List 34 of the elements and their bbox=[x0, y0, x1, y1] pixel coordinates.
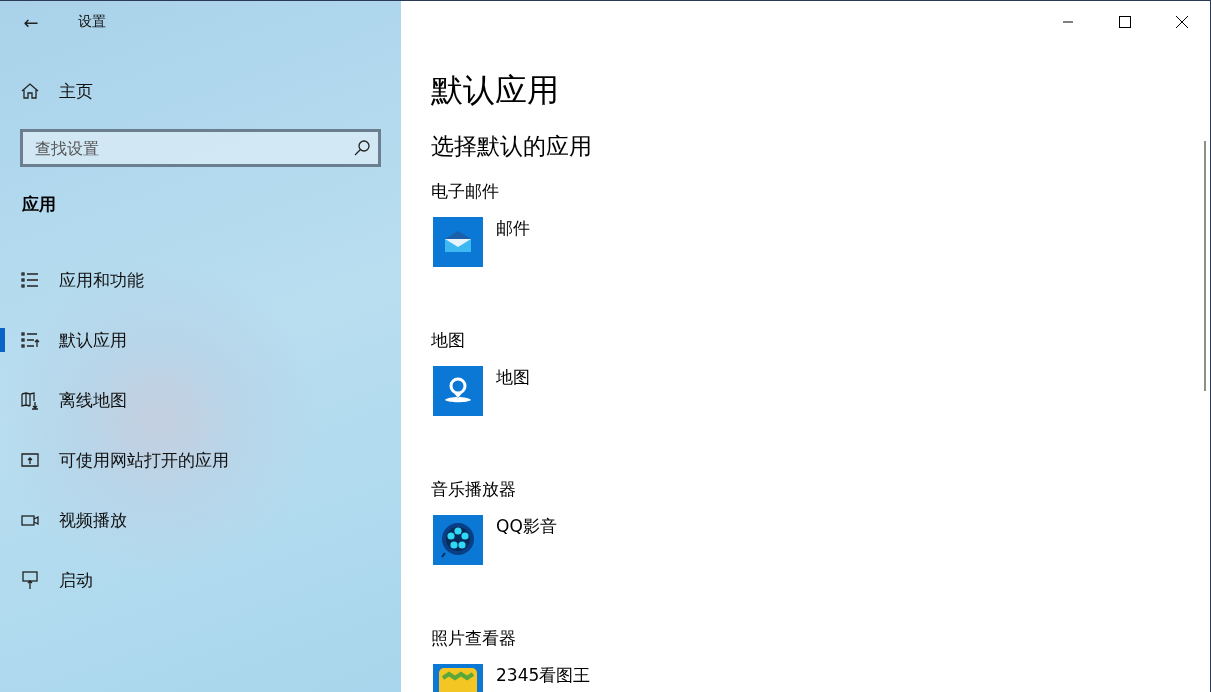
home-link[interactable]: 主页 bbox=[59, 79, 93, 103]
maximize-icon bbox=[1118, 16, 1131, 28]
window-title: 设置 bbox=[78, 13, 106, 31]
scrollbar[interactable] bbox=[1204, 141, 1206, 391]
search-field[interactable]: 查找设置 bbox=[20, 129, 381, 167]
window-upload-icon bbox=[20, 450, 40, 470]
nav-item[interactable]: 应用和功能 bbox=[59, 268, 144, 292]
envelope-icon bbox=[433, 217, 483, 267]
page-title: 默认应用 bbox=[431, 70, 560, 111]
nav-item[interactable]: 默认应用 bbox=[59, 328, 127, 352]
default-app-button[interactable]: 2345看图王 bbox=[431, 664, 591, 692]
nav-item[interactable]: 启动 bbox=[59, 568, 93, 592]
search-icon bbox=[353, 139, 371, 157]
default-app-button[interactable]: 地图 bbox=[431, 366, 530, 416]
map-download-icon bbox=[20, 390, 40, 410]
map-pin-icon bbox=[433, 366, 483, 416]
nav-item[interactable]: 可使用网站打开的应用 bbox=[59, 448, 229, 472]
monitor-arrow-icon bbox=[20, 570, 40, 590]
film-reel-icon bbox=[433, 515, 483, 565]
home-icon bbox=[20, 81, 40, 101]
default-app-button[interactable]: 邮件 bbox=[431, 217, 530, 267]
list-icon bbox=[20, 270, 40, 290]
close-icon bbox=[1175, 16, 1188, 28]
section-heading: 应用 bbox=[22, 193, 57, 216]
category-label: 电子邮件 bbox=[431, 180, 500, 203]
default-app-button[interactable]: QQ影音 bbox=[431, 515, 557, 565]
category-label: 地图 bbox=[431, 329, 466, 352]
nav-item[interactable]: 离线地图 bbox=[59, 388, 127, 412]
list-arrow-icon bbox=[20, 330, 40, 350]
back-button[interactable]: ← bbox=[0, 1, 62, 43]
category-label: 音乐播放器 bbox=[431, 478, 517, 501]
nav-item[interactable]: 视频播放 bbox=[59, 508, 127, 532]
category-label: 照片查看器 bbox=[431, 627, 517, 650]
section-title: 选择默认的应用 bbox=[431, 132, 593, 161]
